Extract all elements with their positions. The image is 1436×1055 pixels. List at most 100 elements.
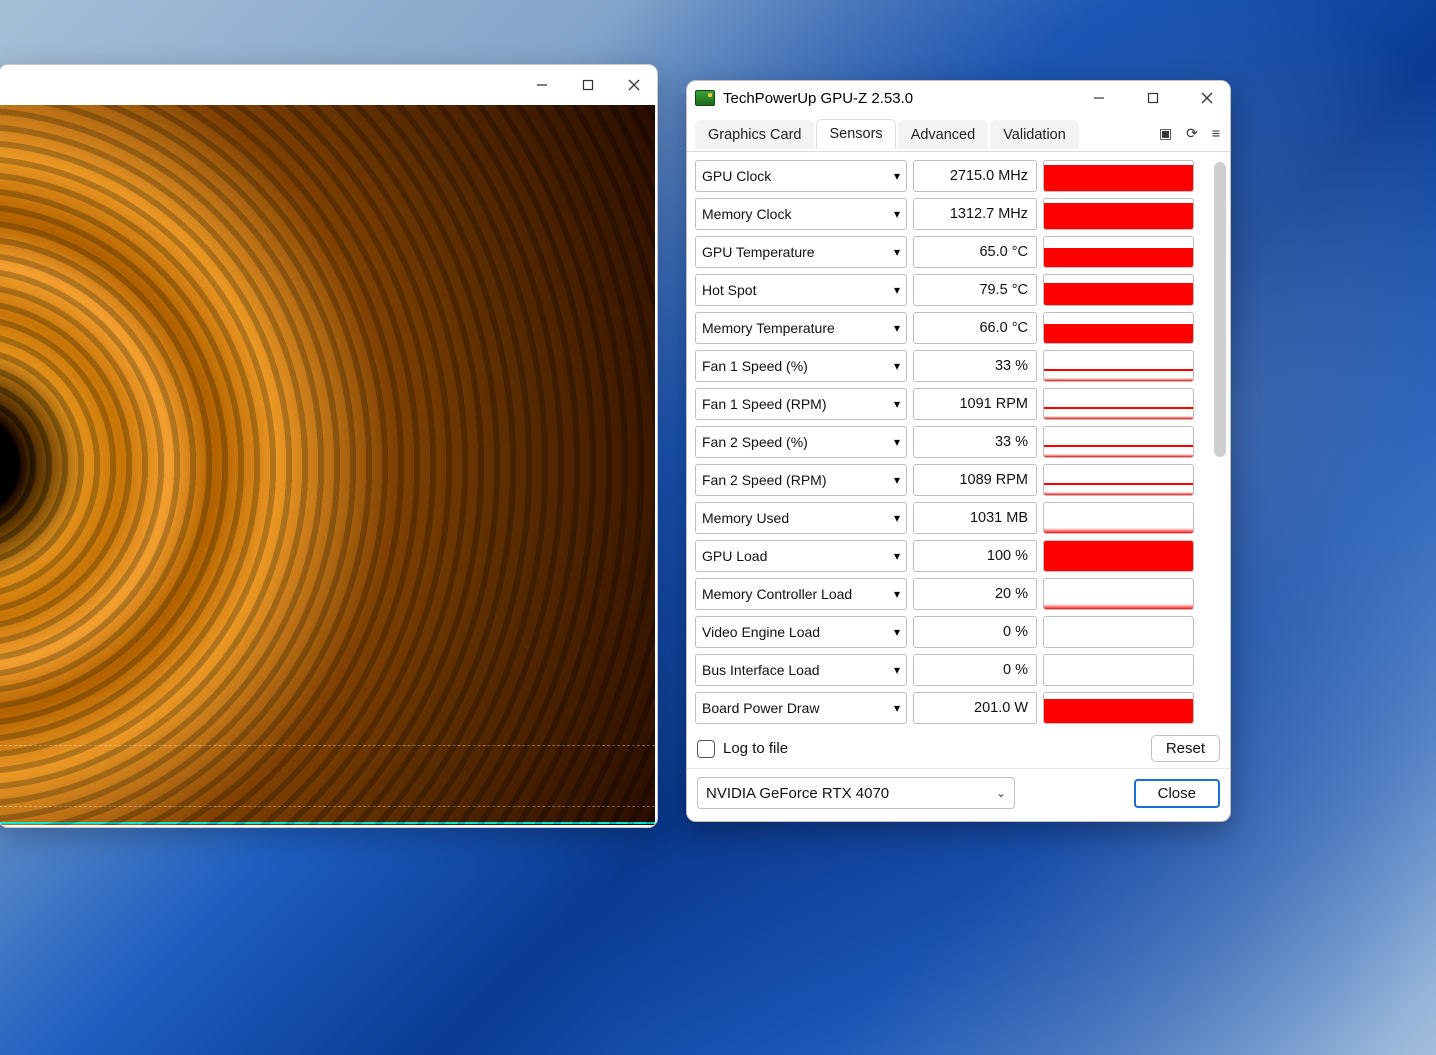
log-row: Log to file Reset <box>687 729 1230 768</box>
close-button[interactable] <box>1184 83 1230 113</box>
sensor-graph[interactable] <box>1043 692 1194 724</box>
refresh-icon[interactable]: ⟳ <box>1186 125 1198 142</box>
sensor-value: 33 % <box>913 350 1037 382</box>
sensor-graph[interactable] <box>1043 160 1194 192</box>
sensor-graph[interactable] <box>1043 350 1194 382</box>
sensor-label: Memory Used <box>702 510 789 526</box>
log-to-file-checkbox[interactable] <box>697 740 715 758</box>
sensor-value: 100 % <box>913 540 1037 572</box>
bgwin-titlebar <box>0 65 657 105</box>
tabs: Graphics Card Sensors Advanced Validatio… <box>687 115 1230 152</box>
sensor-row: Memory Clock▾1312.7 MHz <box>695 198 1194 230</box>
tab-validation[interactable]: Validation <box>990 120 1079 149</box>
sensor-row: Memory Used ▾ 1031 MB <box>695 502 1194 534</box>
sensor-label: GPU Load <box>702 548 767 564</box>
maximize-button[interactable] <box>1130 83 1176 113</box>
sensor-graph[interactable] <box>1043 578 1194 610</box>
sensor-label: Fan 1 Speed (RPM) <box>702 396 827 412</box>
chevron-down-icon: ⌄ <box>996 786 1006 800</box>
menu-icon[interactable]: ≡ <box>1212 125 1220 142</box>
sensor-label: Hot Spot <box>702 282 756 298</box>
sensor-label: Board Power Draw <box>702 700 820 716</box>
tab-sensors[interactable]: Sensors <box>816 119 895 149</box>
sensor-label: Fan 2 Speed (%) <box>702 434 808 450</box>
sensor-label: Fan 2 Speed (RPM) <box>702 472 827 488</box>
gpuz-titlebar[interactable]: TechPowerUp GPU-Z 2.53.0 <box>687 81 1230 115</box>
sensor-graph[interactable] <box>1043 426 1194 458</box>
chevron-down-icon: ▾ <box>894 511 900 525</box>
sensor-graph[interactable] <box>1043 464 1194 496</box>
chevron-down-icon: ▾ <box>894 397 900 411</box>
sensor-label-dropdown[interactable]: Fan 2 Speed (%)▾ <box>695 426 907 458</box>
sensor-label-dropdown[interactable]: Video Engine Load▾ <box>695 616 907 648</box>
sensor-label: Fan 1 Speed (%) <box>702 358 808 374</box>
chevron-down-icon: ▾ <box>894 321 900 335</box>
sensor-label-dropdown[interactable]: Fan 1 Speed (%)▾ <box>695 350 907 382</box>
sensor-value: 1089 RPM <box>913 464 1037 496</box>
sensor-value: 2715.0 MHz <box>913 160 1037 192</box>
sensor-label: GPU Temperature <box>702 244 815 260</box>
scrollbar[interactable] <box>1214 162 1226 457</box>
sensor-label-dropdown[interactable]: Board Power Draw▾ <box>695 692 907 724</box>
sensor-graph[interactable] <box>1043 274 1194 306</box>
sensor-label-dropdown[interactable]: Memory Clock ▾ <box>695 198 907 230</box>
reset-button[interactable]: Reset <box>1151 735 1220 762</box>
sensor-value: 0 % <box>913 654 1037 686</box>
sensor-row: Fan 2 Speed (%)▾33 % <box>695 426 1194 458</box>
chevron-down-icon: ▾ <box>894 587 900 601</box>
sensor-graph[interactable] <box>1043 236 1194 268</box>
sensor-graph[interactable] <box>1043 388 1194 420</box>
chevron-down-icon: ▾ <box>894 283 900 297</box>
chevron-down-icon: ▾ <box>894 245 900 259</box>
sensor-row: GPU Clock▾2715.0 MHz <box>695 160 1194 192</box>
sensor-label-dropdown[interactable]: Bus Interface Load▾ <box>695 654 907 686</box>
tab-advanced[interactable]: Advanced <box>898 120 989 149</box>
sensors-panel: GPU Clock▾2715.0 MHzMemory Clock▾1312.7 … <box>687 152 1230 729</box>
sensor-graph[interactable] <box>1043 540 1194 572</box>
sensor-value: 0 % <box>913 616 1037 648</box>
gpu-select[interactable]: NVIDIA GeForce RTX 4070 ⌄ <box>697 777 1015 809</box>
sensor-value: 65.0 °C <box>913 236 1037 268</box>
camera-icon[interactable]: ▣ <box>1159 125 1172 142</box>
footer: NVIDIA GeForce RTX 4070 ⌄ Close <box>687 768 1230 821</box>
sensor-graph[interactable] <box>1043 616 1194 648</box>
sensor-row: Board Power Draw▾201.0 W <box>695 692 1194 724</box>
chevron-down-icon: ▾ <box>894 549 900 563</box>
sensor-label: Memory Temperature <box>702 320 835 336</box>
sensor-label-dropdown[interactable]: Hot Spot ▾ <box>695 274 907 306</box>
sensor-graph[interactable] <box>1043 502 1194 534</box>
sensor-graph[interactable] <box>1043 312 1194 344</box>
sensor-label-dropdown[interactable]: Fan 1 Speed (RPM) ▾ <box>695 388 907 420</box>
chevron-down-icon: ▾ <box>894 207 900 221</box>
sensor-graph[interactable] <box>1043 198 1194 230</box>
gpuz-window: TechPowerUp GPU-Z 2.53.0 Graphics Card S… <box>686 80 1231 822</box>
tab-graphics-card[interactable]: Graphics Card <box>695 120 814 149</box>
log-to-file-label: Log to file <box>723 740 788 757</box>
sensor-label: GPU Clock <box>702 168 771 184</box>
sensor-row: GPU Load ▾ 100 % <box>695 540 1194 572</box>
sensor-label-dropdown[interactable]: Memory Temperature ▾ <box>695 312 907 344</box>
sensor-label-dropdown[interactable]: Memory Controller Load▾ <box>695 578 907 610</box>
sensor-row: Video Engine Load▾0 % <box>695 616 1194 648</box>
sensor-value: 79.5 °C <box>913 274 1037 306</box>
sensor-value: 20 % <box>913 578 1037 610</box>
close-button-footer[interactable]: Close <box>1134 779 1220 808</box>
sensor-row: Fan 1 Speed (RPM)▾1091 RPM <box>695 388 1194 420</box>
minimize-button[interactable] <box>519 69 565 101</box>
sensor-graph[interactable] <box>1043 654 1194 686</box>
sensor-label-dropdown[interactable]: GPU Temperature ▾ <box>695 236 907 268</box>
sensor-value: 1031 MB <box>913 502 1037 534</box>
sensor-label: Memory Clock <box>702 206 791 222</box>
sensor-label-dropdown[interactable]: Memory Used ▾ <box>695 502 907 534</box>
window-title: TechPowerUp GPU-Z 2.53.0 <box>723 90 913 107</box>
close-button[interactable] <box>611 69 657 101</box>
maximize-button[interactable] <box>565 69 611 101</box>
sensor-label-dropdown[interactable]: GPU Clock▾ <box>695 160 907 192</box>
sensor-row: Hot Spot ▾ 79.5 °C <box>695 274 1194 306</box>
sensor-label-dropdown[interactable]: GPU Load ▾ <box>695 540 907 572</box>
sensor-label-dropdown[interactable]: Fan 2 Speed (RPM)▾ <box>695 464 907 496</box>
chevron-down-icon: ▾ <box>894 663 900 677</box>
sensor-label: Video Engine Load <box>702 624 820 640</box>
minimize-button[interactable] <box>1076 83 1122 113</box>
gpu-select-value: NVIDIA GeForce RTX 4070 <box>706 785 889 802</box>
